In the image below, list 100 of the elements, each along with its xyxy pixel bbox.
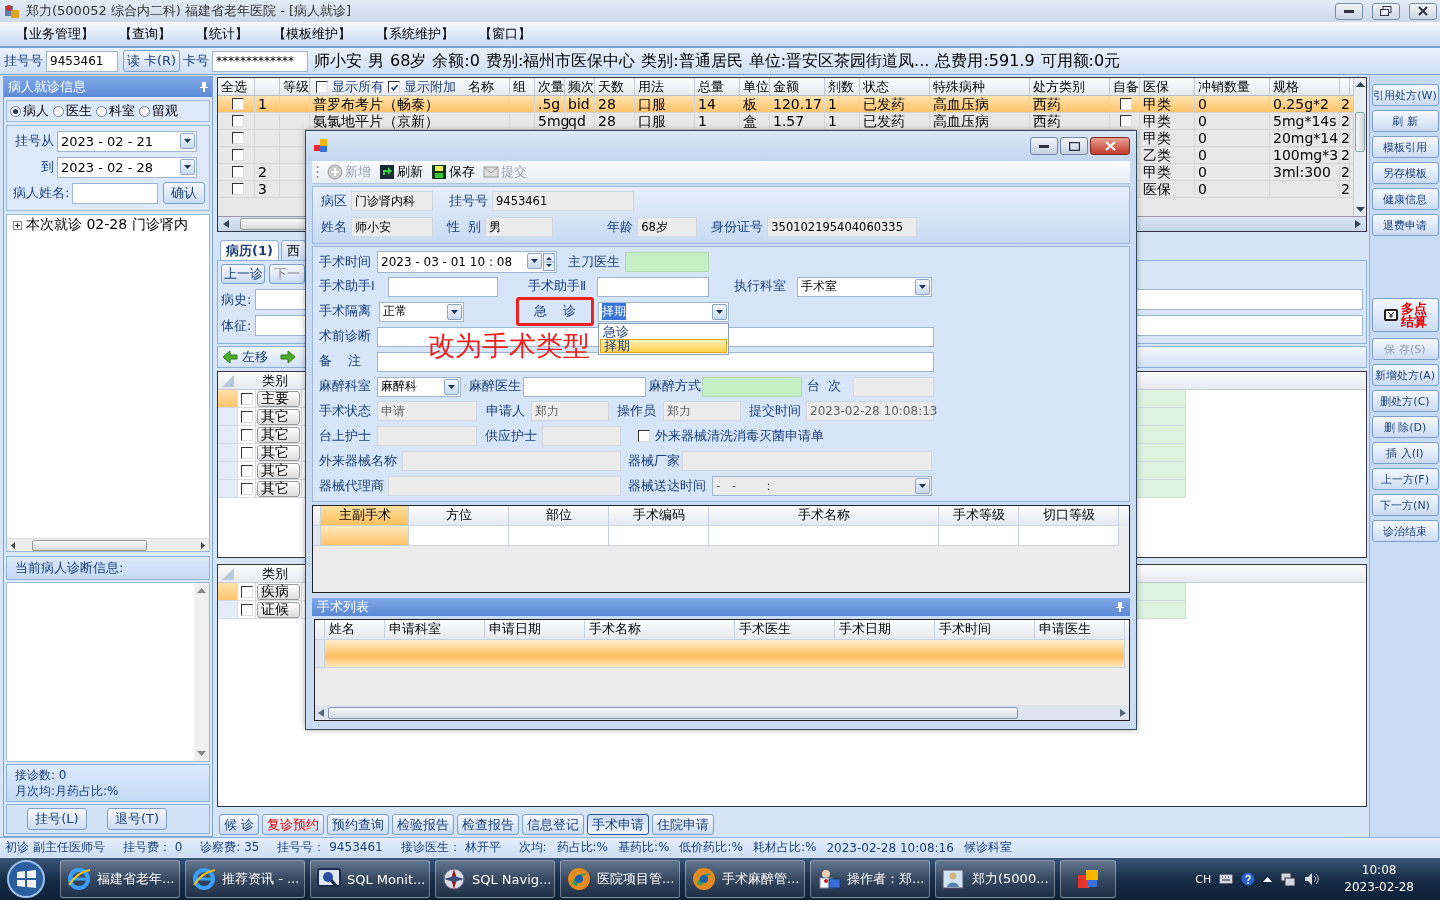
action-button[interactable]: 退费申请 (1371, 214, 1439, 236)
horizontal-scrollbar[interactable] (315, 705, 1129, 720)
action-button[interactable]: 新增处方(A) (1371, 364, 1439, 386)
input-field[interactable] (597, 276, 709, 297)
input-field[interactable] (388, 476, 621, 497)
read-card-button[interactable]: 读 卡(R) (123, 50, 180, 72)
toolbar-button[interactable]: 保存 (431, 163, 475, 181)
left-arrow-icon[interactable] (222, 350, 238, 364)
taskbar-button[interactable] (1060, 860, 1116, 898)
dropdown[interactable]: 麻醉科 (377, 376, 461, 397)
action-button[interactable]: 退号(T) (107, 808, 167, 830)
taskbar-button[interactable]: SQL Monit... (310, 860, 430, 898)
expander-icon[interactable] (13, 220, 22, 230)
start-button[interactable] (6, 859, 46, 899)
checkbox[interactable] (1120, 115, 1132, 127)
checkbox[interactable] (240, 446, 253, 459)
input-field[interactable] (542, 426, 621, 447)
input-field[interactable] (682, 451, 932, 472)
category-cell[interactable]: 疾病 (257, 583, 300, 600)
checkbox[interactable] (240, 428, 253, 441)
menu-item[interactable]: 【窗口】 (479, 25, 531, 43)
input-field[interactable] (853, 376, 934, 397)
input-field[interactable]: 申请 (377, 401, 477, 422)
taskbar-button[interactable]: SQL Navig... (435, 860, 555, 898)
maximize-button[interactable] (1060, 137, 1088, 155)
menu-item[interactable]: 【业务管理】 (16, 25, 94, 43)
previous-visit-button[interactable]: 上一诊 (221, 264, 265, 284)
help-icon[interactable] (1241, 872, 1256, 886)
dropdown[interactable]: - - : (712, 476, 932, 497)
minimize-button[interactable] (1030, 137, 1058, 155)
category-cell[interactable]: 其它 (257, 480, 300, 497)
dropdown[interactable]: 正常 (379, 301, 464, 322)
tab[interactable]: 病历(1) (220, 240, 279, 260)
date-picker[interactable]: 2023 - 02 - 28 (57, 156, 197, 178)
action-button[interactable]: 挂号(L) (27, 808, 87, 830)
checkbox[interactable] (240, 410, 253, 423)
radio-option[interactable]: 医生 (53, 102, 92, 120)
selected-row[interactable]: 1 普罗布考片（畅泰） .5g bid 28 口服 14 板 120.17 1 已发药 高血压病 西药 甲类 0 0.25g*2 2 (218, 96, 1353, 113)
settlement-button[interactable]: 多点结算 (1371, 298, 1439, 332)
right-arrow-icon[interactable] (280, 350, 296, 364)
action-button[interactable]: 删处方(C) (1371, 390, 1439, 412)
input-field[interactable]: 郑力 (531, 401, 609, 422)
language-indicator[interactable]: CH (1195, 872, 1212, 886)
action-button[interactable]: 手术申请 (587, 814, 650, 835)
radio-option[interactable]: 留观 (139, 102, 178, 120)
volume-icon[interactable] (1304, 872, 1321, 886)
dropdown-option[interactable]: 择期 (600, 338, 727, 353)
horizontal-scrollbar[interactable] (7, 538, 209, 551)
action-button[interactable]: 上一方(F) (1371, 468, 1439, 490)
category-cell[interactable]: 证候 (257, 601, 300, 618)
action-button[interactable]: 删 除(D) (1371, 416, 1439, 438)
action-button[interactable]: 复诊预约 (262, 814, 325, 835)
checkbox[interactable] (1120, 98, 1132, 110)
tab[interactable]: 西 (280, 240, 306, 260)
move-left-button[interactable]: 左移 (242, 348, 268, 366)
action-button[interactable]: 另存模板 (1371, 162, 1439, 184)
confirm-button[interactable]: 确认 (163, 182, 206, 204)
close-button[interactable] (1090, 137, 1130, 155)
checkbox[interactable] (638, 430, 650, 443)
checkbox[interactable] (231, 149, 244, 161)
taskbar-button[interactable]: 推荐资讯 - ... (185, 860, 305, 898)
menu-item[interactable]: 【查询】 (119, 25, 171, 43)
taskbar-button[interactable]: 医院项目管... (560, 860, 680, 898)
checkbox[interactable] (240, 392, 253, 405)
column-header[interactable]: 全选 (221, 79, 247, 94)
action-button[interactable]: 引用处方(W) (1371, 84, 1439, 106)
checkbox[interactable] (231, 183, 244, 195)
input-field[interactable] (523, 376, 646, 397)
close-button[interactable] (1409, 2, 1437, 20)
action-button[interactable]: 住院申请 (652, 814, 715, 835)
date-picker[interactable]: 2023 - 02 - 21 (57, 130, 197, 152)
checkbox[interactable] (316, 80, 328, 93)
action-button[interactable]: 插 入(I) (1371, 442, 1439, 464)
input-field[interactable] (702, 376, 802, 397)
category-cell[interactable]: 其它 (257, 408, 300, 425)
clock[interactable]: 10:08 2023-02-28 (1344, 862, 1414, 896)
menu-item[interactable]: 【统计】 (196, 25, 248, 43)
action-button[interactable]: 检查报告 (457, 814, 520, 835)
input-field[interactable] (625, 252, 709, 272)
action-button[interactable]: 模板引用 (1371, 136, 1439, 158)
menu-item[interactable]: 【系统维护】 (376, 25, 454, 43)
tree-item[interactable]: 本次就诊 02-28 门诊肾内 (26, 216, 188, 234)
category-cell[interactable]: 其它 (257, 426, 300, 443)
toolbar-button[interactable]: 刷新 (379, 163, 423, 181)
input-field[interactable]: 郑力 (663, 401, 741, 422)
keyboard-icon[interactable] (1219, 874, 1234, 884)
checkbox[interactable] (231, 115, 244, 127)
checkbox[interactable] (231, 98, 244, 110)
dropdown[interactable]: 择期 (598, 301, 729, 322)
scrollbar-thumb[interactable] (328, 706, 1018, 719)
restore-button[interactable] (1372, 2, 1400, 20)
expand-tray-icon[interactable] (1263, 876, 1273, 882)
radio-option[interactable]: 病人 (10, 102, 49, 120)
taskbar-button[interactable]: 手术麻醉管... (685, 860, 805, 898)
action-button[interactable]: 信息登记 (522, 814, 585, 835)
checkbox[interactable] (388, 80, 400, 93)
radio-option[interactable]: 科室 (96, 102, 135, 120)
action-button[interactable]: 检验报告 (392, 814, 455, 835)
checkbox[interactable] (240, 603, 253, 616)
card-number-field[interactable]: ************* (212, 50, 308, 72)
